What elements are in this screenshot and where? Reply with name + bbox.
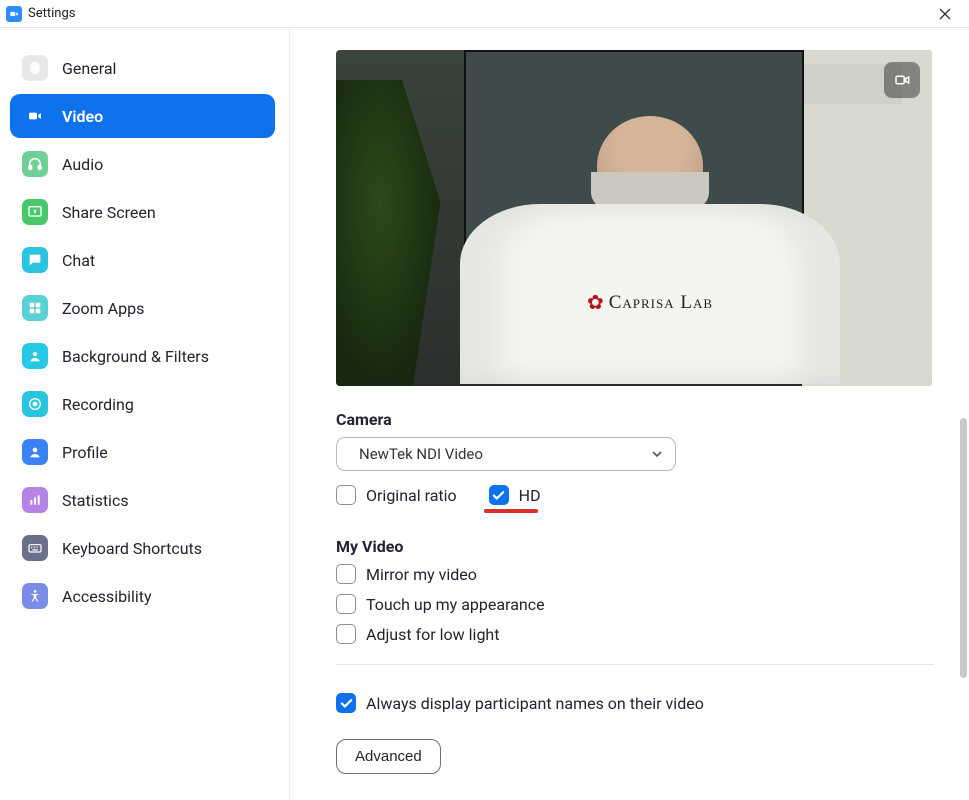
sidebar: General Video Audio Share Screen Chat bbox=[0, 28, 290, 800]
sidebar-label: Zoom Apps bbox=[62, 299, 144, 318]
always-display-names-checkbox[interactable]: Always display participant names on thei… bbox=[336, 693, 935, 713]
sidebar-label: Video bbox=[62, 107, 103, 126]
checkbox-box bbox=[336, 594, 356, 614]
original-ratio-checkbox[interactable]: Original ratio bbox=[336, 485, 457, 505]
advanced-button[interactable]: Advanced bbox=[336, 739, 441, 774]
sidebar-label: Statistics bbox=[62, 491, 129, 510]
preview-coat-label: ✿ Caprisa Lab bbox=[587, 290, 713, 315]
check-icon bbox=[340, 697, 353, 710]
sidebar-item-accessibility[interactable]: Accessibility bbox=[10, 574, 275, 618]
ribbon-icon: ✿ bbox=[587, 290, 605, 315]
titlebar: Settings bbox=[0, 0, 969, 28]
sidebar-item-recording[interactable]: Recording bbox=[10, 382, 275, 426]
close-button[interactable] bbox=[925, 0, 965, 28]
touch-up-checkbox[interactable]: Touch up my appearance bbox=[336, 594, 935, 614]
checkbox-label: Touch up my appearance bbox=[366, 595, 545, 614]
sidebar-item-background-filters[interactable]: Background & Filters bbox=[10, 334, 275, 378]
apps-icon bbox=[22, 295, 48, 321]
coat-text: Caprisa Lab bbox=[609, 292, 713, 314]
sidebar-label: Share Screen bbox=[62, 203, 156, 222]
sidebar-item-share-screen[interactable]: Share Screen bbox=[10, 190, 275, 234]
rotate-camera-button[interactable] bbox=[884, 62, 920, 98]
checkbox-label: Adjust for low light bbox=[366, 625, 499, 644]
video-preview: ✿ Caprisa Lab bbox=[336, 50, 932, 386]
sidebar-label: General bbox=[62, 59, 116, 78]
checkbox-box bbox=[336, 624, 356, 644]
checkbox-label: Original ratio bbox=[366, 486, 457, 505]
sidebar-label: Keyboard Shortcuts bbox=[62, 539, 202, 558]
keyboard-icon bbox=[22, 535, 48, 561]
sidebar-item-video[interactable]: Video bbox=[10, 94, 275, 138]
sidebar-item-zoom-apps[interactable]: Zoom Apps bbox=[10, 286, 275, 330]
sidebar-item-keyboard-shortcuts[interactable]: Keyboard Shortcuts bbox=[10, 526, 275, 570]
chevron-down-icon bbox=[651, 448, 663, 460]
checkbox-box bbox=[489, 485, 509, 505]
sidebar-item-chat[interactable]: Chat bbox=[10, 238, 275, 282]
record-icon bbox=[22, 391, 48, 417]
share-screen-icon bbox=[22, 199, 48, 225]
check-icon bbox=[492, 489, 505, 502]
video-icon bbox=[22, 103, 48, 129]
chat-icon bbox=[22, 247, 48, 273]
checkbox-box bbox=[336, 564, 356, 584]
my-video-heading: My Video bbox=[336, 537, 935, 556]
preview-person: ✿ Caprisa Lab bbox=[450, 116, 850, 386]
sidebar-item-profile[interactable]: Profile bbox=[10, 430, 275, 474]
checkbox-label: HD bbox=[519, 486, 541, 505]
content-pane: ✿ Caprisa Lab Camera NewTek NDI Video Or… bbox=[290, 28, 969, 800]
scrollbar[interactable] bbox=[960, 418, 967, 678]
statistics-icon bbox=[22, 487, 48, 513]
profile-icon bbox=[22, 439, 48, 465]
window-title: Settings bbox=[28, 6, 75, 21]
low-light-checkbox[interactable]: Adjust for low light bbox=[336, 624, 935, 644]
hd-checkbox[interactable]: HD bbox=[489, 485, 541, 505]
sidebar-item-general[interactable]: General bbox=[10, 46, 275, 90]
checkbox-box bbox=[336, 485, 356, 505]
close-icon bbox=[939, 8, 951, 20]
divider bbox=[336, 664, 934, 665]
sidebar-label: Recording bbox=[62, 395, 134, 414]
checkbox-label: Mirror my video bbox=[366, 565, 477, 584]
hd-highlight-mark bbox=[484, 509, 538, 513]
app-icon bbox=[6, 6, 22, 22]
rotate-icon bbox=[893, 71, 911, 89]
sidebar-label: Accessibility bbox=[62, 587, 152, 606]
mirror-video-checkbox[interactable]: Mirror my video bbox=[336, 564, 935, 584]
accessibility-icon bbox=[22, 583, 48, 609]
sidebar-label: Background & Filters bbox=[62, 347, 209, 366]
sidebar-label: Audio bbox=[62, 155, 103, 174]
camera-select-value: NewTek NDI Video bbox=[359, 445, 483, 463]
camera-select[interactable]: NewTek NDI Video bbox=[336, 437, 676, 471]
checkbox-label: Always display participant names on thei… bbox=[366, 694, 704, 713]
preview-plant bbox=[336, 80, 446, 386]
checkbox-box bbox=[336, 693, 356, 713]
headphones-icon bbox=[22, 151, 48, 177]
sidebar-label: Chat bbox=[62, 251, 95, 270]
preview-coat: ✿ Caprisa Lab bbox=[460, 204, 840, 384]
sidebar-item-audio[interactable]: Audio bbox=[10, 142, 275, 186]
sidebar-item-statistics[interactable]: Statistics bbox=[10, 478, 275, 522]
background-icon bbox=[22, 343, 48, 369]
camera-heading: Camera bbox=[336, 410, 935, 429]
sidebar-label: Profile bbox=[62, 443, 108, 462]
gear-icon bbox=[22, 55, 48, 81]
preview-head bbox=[597, 116, 703, 216]
